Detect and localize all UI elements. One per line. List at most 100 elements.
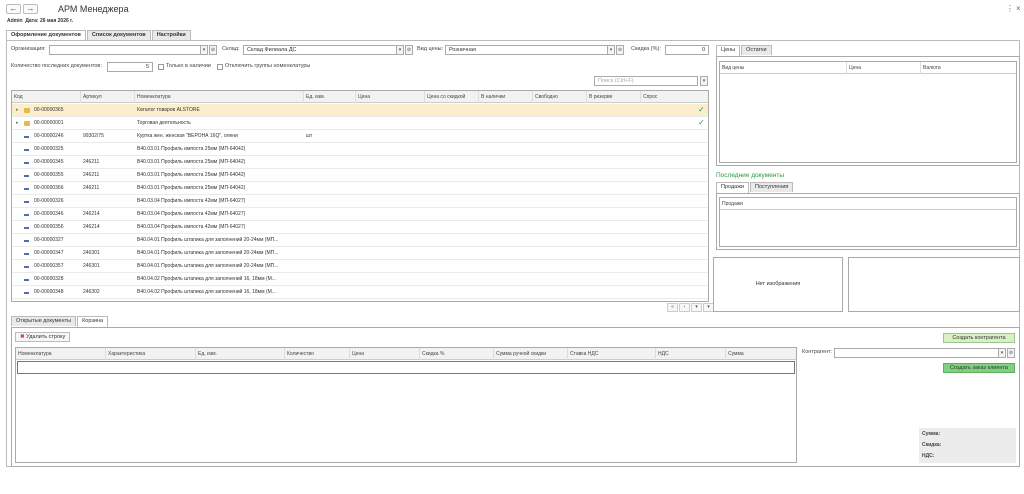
image-panel: Нет изображения <box>713 257 843 312</box>
nav-first-button[interactable]: « <box>667 303 678 312</box>
counterparty-dropdown-icon[interactable]: ▾ <box>998 348 1006 358</box>
price-type-open-icon[interactable]: ⊘ <box>616 45 624 55</box>
col-in-stock[interactable]: В наличии <box>479 91 533 103</box>
col-name[interactable]: Номенклатура <box>135 91 304 103</box>
catalog-row[interactable]: 00-00000347 246301 В40.04.01 Профиль штапи… <box>12 247 708 260</box>
item-icon <box>24 240 29 242</box>
cell-article <box>83 195 135 208</box>
search-dropdown-icon[interactable]: ▾ <box>700 76 708 86</box>
tab-sales[interactable]: Продажи <box>716 182 749 193</box>
folder-icon <box>24 108 30 113</box>
catalog-row[interactable]: 00-00000325 В40.03.01 Профиль импоста 25м… <box>12 143 708 156</box>
forward-button[interactable]: → <box>23 4 38 14</box>
catalog-row[interactable]: 00-00000246 99302/75 Куртка жен. женская "… <box>12 130 708 143</box>
cell-name: В40.03.01 Профиль импоста 25мм (МП-64042… <box>137 146 246 152</box>
tab-prices[interactable]: Цены <box>716 45 741 56</box>
tab-open-documents[interactable]: Открытые документы <box>11 316 77 326</box>
catalog-row[interactable]: 00-00000357 246301 В40.04.01 Профиль штапи… <box>12 260 708 273</box>
org-open-icon[interactable]: ⊘ <box>209 45 217 55</box>
col-price-type[interactable]: Вид цены <box>720 62 847 74</box>
cart-col-manual-discount[interactable]: Сумма ручной скидки <box>494 348 568 360</box>
catalog-table[interactable]: Код Артикул Номенклатура Ед. изм. Цена Ц… <box>11 90 709 302</box>
col-unit[interactable]: Ед. изм. <box>304 91 356 103</box>
cart-table[interactable]: Номенклатура Характеристика Ед. изм. Кол… <box>15 347 797 463</box>
prices-table[interactable]: Вид цены Цена Валюта <box>719 61 1017 163</box>
col-article[interactable]: Артикул <box>81 91 135 103</box>
user-name: Admin <box>7 18 23 24</box>
cart-col-vat[interactable]: НДС <box>656 348 726 360</box>
catalog-row[interactable]: 00-00000358246302В40.04.02 Профиль штапи… <box>12 299 708 301</box>
counterparty-field[interactable] <box>834 348 1004 358</box>
cell-unit <box>306 182 356 195</box>
cell-code: 00-00000356 <box>34 224 64 230</box>
create-order-button[interactable]: Создать заказ клиента <box>943 363 1015 373</box>
only-in-stock-checkbox[interactable] <box>158 64 164 70</box>
expand-icon[interactable]: ▸ <box>16 107 19 113</box>
cart-col-characteristic[interactable]: Характеристика <box>106 348 196 360</box>
catalog-row[interactable]: 00-00000326 В40.03.04 Профиль импоста 42м… <box>12 195 708 208</box>
menu-icon[interactable]: ⋮ <box>1006 4 1014 13</box>
back-button[interactable]: ← <box>6 4 21 14</box>
cell-code: 00-00000326 <box>34 198 64 204</box>
tab-receipts[interactable]: Поступления <box>749 182 794 192</box>
last-docs-count-field[interactable]: 5 <box>107 62 153 72</box>
cell-article: 246301 <box>83 250 100 256</box>
tab-stock[interactable]: Остатки <box>741 45 772 55</box>
nav-prev-button[interactable]: ‹ <box>679 303 690 312</box>
catalog-row[interactable]: 00-00000327 В40.04.01 Профиль штапика для… <box>12 234 708 247</box>
cart-new-row[interactable] <box>17 361 795 374</box>
col-reserve[interactable]: В резерве <box>587 91 641 103</box>
cell-code: 00-00000347 <box>34 250 64 256</box>
cell-code: 00-00000348 <box>34 289 64 295</box>
col-demand[interactable]: Спрос <box>641 91 708 103</box>
delete-row-button[interactable]: ✖ Удалить строку <box>15 332 71 342</box>
col-free[interactable]: Свободно <box>533 91 587 103</box>
close-icon[interactable]: × <box>1016 4 1021 13</box>
col-sales[interactable]: Продажи <box>720 198 1016 210</box>
price-type-dropdown-icon[interactable]: ▾ <box>607 45 615 55</box>
counterparty-open-icon[interactable]: ⊘ <box>1007 348 1015 358</box>
cart-col-vat-rate[interactable]: Ставка НДС <box>568 348 656 360</box>
catalog-row[interactable]: 00-00000345 246211 В40.03.01 Профиль импос… <box>12 156 708 169</box>
catalog-row[interactable]: 00-00000355 246211 В40.03.01 Профиль импос… <box>12 169 708 182</box>
catalog-row[interactable]: 00-00000356 246214 В40.03.04 Профиль импос… <box>12 221 708 234</box>
search-input[interactable]: Поиск (Ctrl+F) <box>594 76 698 86</box>
catalog-row[interactable]: ▸ 00-00000001 Торговая деятельность ✓ <box>12 117 708 130</box>
discount-field[interactable]: 0 <box>665 45 709 55</box>
last-docs-tabs: Продажи Поступления <box>716 182 794 193</box>
catalog-row[interactable]: 00-00000346 246214 В40.03.04 Профиль импос… <box>12 208 708 221</box>
warehouse-open-icon[interactable]: ⊘ <box>405 45 413 55</box>
item-icon <box>24 175 29 177</box>
cart-col-sum[interactable]: Сумма <box>726 348 796 360</box>
tab-document-list[interactable]: Список документов <box>86 30 151 40</box>
nav-next-button[interactable]: ▾ <box>691 303 702 312</box>
col-price[interactable]: Цена <box>356 91 425 103</box>
warehouse-dropdown-icon[interactable]: ▾ <box>396 45 404 55</box>
col-price-value[interactable]: Цена <box>847 62 921 74</box>
catalog-row[interactable]: ▸ 00-00000365 Каталог товаров ALSTORE ✓ <box>12 104 708 117</box>
cell-article: 246211 <box>83 159 100 165</box>
expand-icon[interactable]: ▸ <box>16 120 19 126</box>
catalog-row[interactable]: 00-00000328 В40.04.02 Профиль штапика для… <box>12 273 708 286</box>
price-type-field[interactable]: Розничная <box>445 45 613 55</box>
cart-col-quantity[interactable]: Количество <box>285 348 350 360</box>
warehouse-field[interactable]: Склад Филиала ДС <box>243 45 403 55</box>
col-code[interactable]: Код <box>12 91 81 103</box>
col-discount-price[interactable]: Цена со скидкой <box>425 91 479 103</box>
tab-settings[interactable]: Настройки <box>151 30 191 40</box>
create-counterparty-button[interactable]: Создать контрагента <box>943 333 1015 343</box>
col-currency[interactable]: Валюта <box>921 62 1016 74</box>
cart-col-discount[interactable]: Скидка % <box>420 348 494 360</box>
cart-col-name[interactable]: Номенклатура <box>16 348 106 360</box>
cell-code: 00-00000346 <box>34 211 64 217</box>
sales-table[interactable]: Продажи <box>719 197 1017 247</box>
org-field[interactable] <box>49 45 207 55</box>
tab-cart[interactable]: Корзина <box>77 316 109 327</box>
cart-col-price[interactable]: Цена <box>350 348 420 360</box>
cell-article: 246302 <box>83 299 135 301</box>
catalog-row[interactable]: 00-00000366 246211 В40.03.01 Профиль импос… <box>12 182 708 195</box>
org-dropdown-icon[interactable]: ▾ <box>200 45 208 55</box>
cart-col-unit[interactable]: Ед. изм. <box>196 348 285 360</box>
disable-groups-checkbox[interactable] <box>217 64 223 70</box>
catalog-row[interactable]: 00-00000348 246302 В40.04.02 Профиль штапи… <box>12 286 708 299</box>
